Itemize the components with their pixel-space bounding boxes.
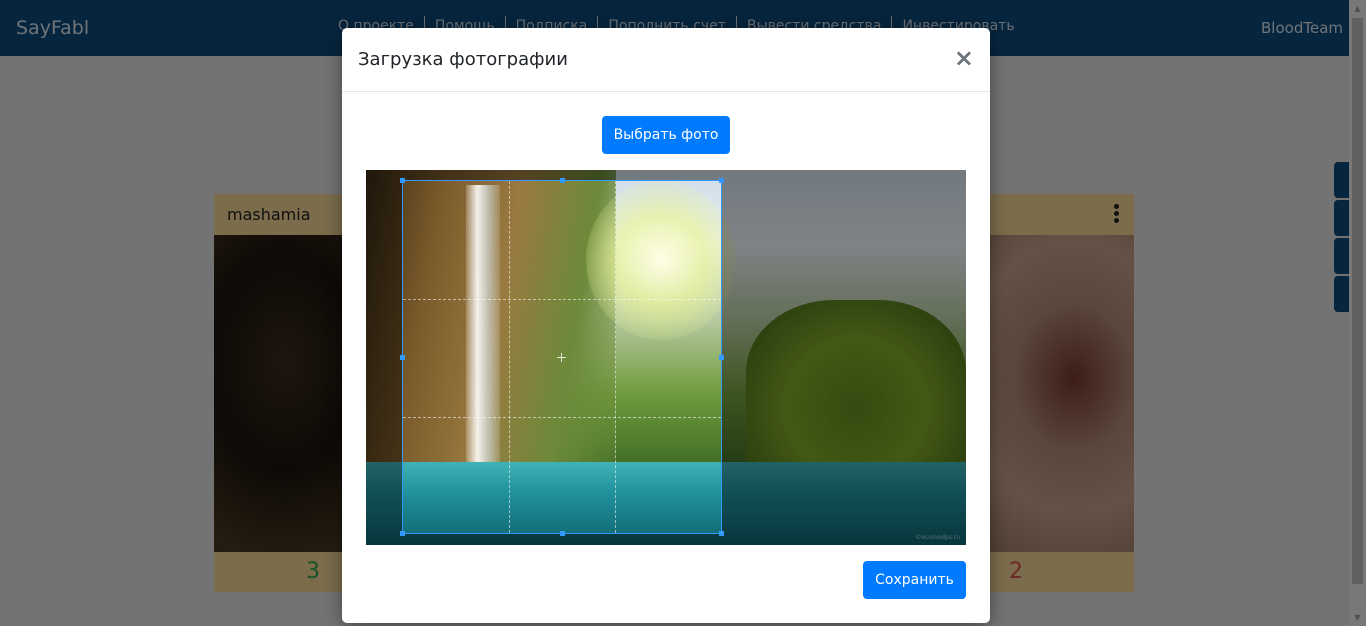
crop-center-icon xyxy=(557,353,566,362)
modal-title: Загрузка фотографии xyxy=(358,49,568,70)
close-icon[interactable]: × xyxy=(954,45,974,71)
crop-handle-n[interactable] xyxy=(560,178,565,183)
crop-handle-e[interactable] xyxy=(719,355,724,360)
image-cropper[interactable]: ©ecoloodps.ru xyxy=(366,170,966,545)
save-button[interactable]: Сохранить xyxy=(863,561,966,599)
crop-handle-s[interactable] xyxy=(560,531,565,536)
crop-mask-right xyxy=(722,170,966,545)
crop-guide xyxy=(403,417,721,418)
modal-header: Загрузка фотографии × xyxy=(342,28,990,92)
upload-photo-modal: Загрузка фотографии × Выбрать фото ©ecol… xyxy=(342,28,990,623)
crop-box[interactable] xyxy=(400,178,724,536)
crop-guide xyxy=(403,299,721,300)
choose-photo-button[interactable]: Выбрать фото xyxy=(602,116,730,154)
crop-handle-se[interactable] xyxy=(719,531,724,536)
crop-mask-left xyxy=(366,170,402,545)
crop-guide xyxy=(615,181,616,533)
crop-guide xyxy=(509,181,510,533)
crop-handle-sw[interactable] xyxy=(400,531,405,536)
crop-handle-ne[interactable] xyxy=(719,178,724,183)
crop-handle-nw[interactable] xyxy=(400,178,405,183)
crop-handle-w[interactable] xyxy=(400,355,405,360)
